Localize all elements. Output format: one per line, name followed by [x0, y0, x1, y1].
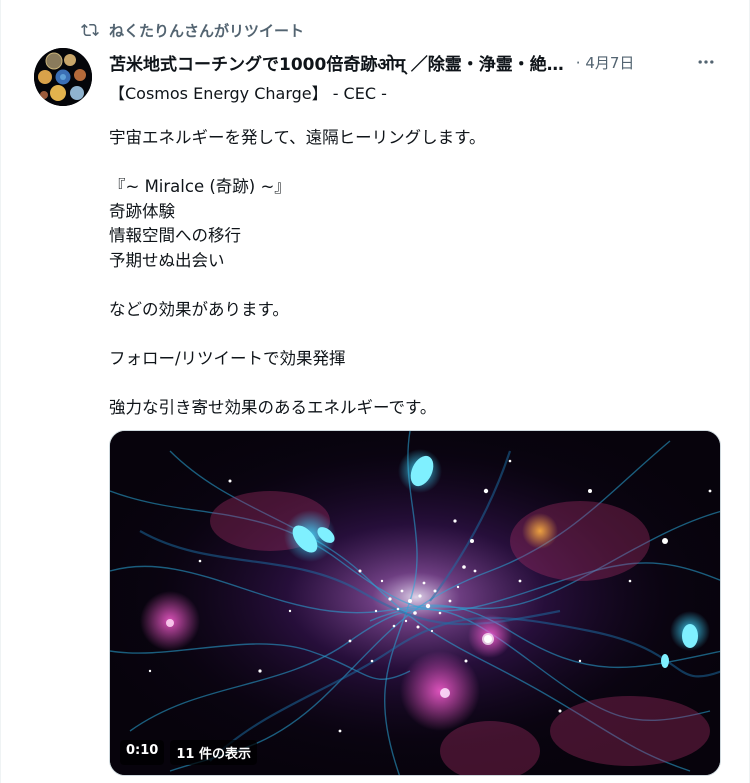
avatar[interactable]	[34, 48, 92, 106]
retweet-icon	[81, 23, 99, 37]
tweet-text-line: 予期せぬ出会い	[109, 250, 225, 270]
author-handle-line: 【Cosmos Energy Charge】 - CEC -	[109, 84, 387, 103]
tweet-text: 宇宙エネルギーを発して、遠隔ヒーリングします。 『~ Miralce (奇跡) …	[109, 126, 709, 420]
more-horizontal-icon	[698, 60, 714, 64]
tweet-text-line: 情報空間への移行	[109, 226, 241, 245]
tweet-text-line: フォロー/リツイートで効果発揮	[109, 348, 346, 368]
tweet-date[interactable]: · 4月7日	[576, 52, 635, 73]
video-overlay-badges: 0:10 11 件の表示	[120, 740, 257, 765]
author-display-name[interactable]: 苫米地式コーチングで1000倍奇跡ओम् ／除霊・浄霊・絶…	[109, 50, 564, 75]
video-views-badge: 11 件の表示	[170, 740, 257, 765]
video-player[interactable]: 0:10 11 件の表示	[109, 430, 721, 776]
tweet-text-line: 『~ Miralce (奇跡) ~』	[109, 177, 291, 196]
tweet-text-line: 強力な引き寄せ効果のあるエネルギーです。	[109, 397, 437, 417]
retweet-context[interactable]: ねくたりんさんがリツイート	[81, 18, 304, 42]
tweet-text-line: 奇跡体験	[109, 201, 175, 221]
tweet-card[interactable]: ねくたりんさんがリツイート 苫米地式コーチングで1000倍奇跡ओम् ／除霊・浄…	[0, 0, 750, 783]
video-duration-badge: 0:10	[120, 740, 165, 765]
retweet-label[interactable]: ねくたりんさんがリツイート	[109, 20, 304, 41]
tweet-text-line: などの効果があります。	[109, 299, 289, 319]
tweet-text-line: 宇宙エネルギーを発して、遠隔ヒーリングします。	[109, 128, 486, 147]
cosmic-nebula-video-frame	[110, 431, 720, 775]
tweet-header: 苫米地式コーチングで1000倍奇跡ओम् ／除霊・浄霊・絶… · 4月7日	[109, 48, 729, 76]
planets-avatar-image	[34, 48, 92, 106]
more-options-button[interactable]	[691, 48, 721, 76]
